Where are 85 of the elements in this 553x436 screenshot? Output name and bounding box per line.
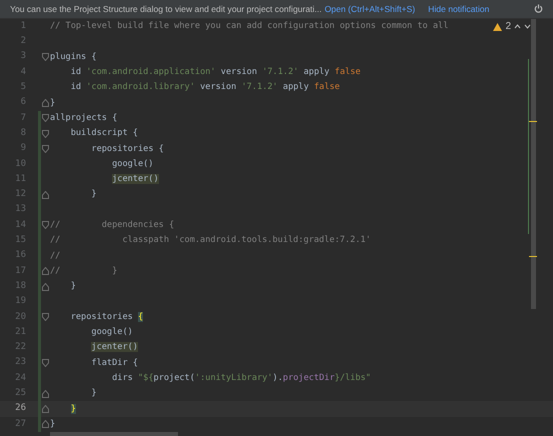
string-literal: '7.1.2' xyxy=(262,67,298,78)
code-text: apply xyxy=(282,82,309,92)
line-number: 10 xyxy=(14,158,27,171)
line-number: 2 xyxy=(20,35,27,48)
string-literal: 'com.android.application' xyxy=(86,67,216,78)
line-number: 20 xyxy=(14,310,27,324)
code-text: repositories { xyxy=(91,144,164,154)
code-text: id xyxy=(70,82,82,92)
line-number: 18 xyxy=(14,280,27,293)
comment-text: // classpath 'com.android.tools.build:gradle:7.2.1' xyxy=(50,235,371,246)
code-text: google() xyxy=(112,158,154,169)
code-text: } xyxy=(50,98,56,108)
code-text: project( xyxy=(154,373,195,384)
property-text: projectDir xyxy=(282,373,335,384)
line-number: 19 xyxy=(14,295,27,308)
highlighted-code: jcenter() xyxy=(112,174,159,184)
code-text: allprojects { xyxy=(50,112,118,123)
line-number: 11 xyxy=(14,172,27,186)
line-number: 14 xyxy=(14,218,27,232)
marker-stripe xyxy=(529,120,537,122)
chevron-down-icon[interactable] xyxy=(524,24,531,30)
line-number: 12 xyxy=(14,188,27,202)
code-text: repositories xyxy=(70,312,134,322)
code-text: } xyxy=(50,418,56,429)
matched-brace: } xyxy=(70,404,76,414)
warning-count[interactable]: 2 xyxy=(505,19,511,34)
code-text: } xyxy=(70,281,76,292)
code-text: plugins { xyxy=(50,52,97,62)
comment-text: // Top-level build file where you can add configuration options common to all xyxy=(50,21,448,32)
line-number: 7 xyxy=(20,112,27,125)
line-number: 15 xyxy=(14,234,27,248)
marker-stripe xyxy=(529,256,537,257)
line-number: 17 xyxy=(14,264,27,278)
code-text: version xyxy=(220,67,258,78)
code-text: } xyxy=(91,189,97,200)
line-number: 1 xyxy=(20,20,27,33)
line-number: 9 xyxy=(20,142,27,156)
line-number: 21 xyxy=(14,326,27,339)
code-text: version xyxy=(200,82,236,92)
line-number: 5 xyxy=(20,81,27,94)
matched-brace: { xyxy=(138,312,144,322)
chevron-up-icon[interactable] xyxy=(514,24,521,30)
comment-text: // } xyxy=(50,266,118,276)
comment-text: // xyxy=(50,250,60,261)
string-literal: '7.1.2' xyxy=(242,82,278,92)
string-literal: }/libs" xyxy=(334,373,371,384)
horizontal-scrollbar[interactable] xyxy=(50,432,178,436)
line-number: 25 xyxy=(14,387,27,400)
code-text: dirs xyxy=(112,373,133,384)
line-number: 22 xyxy=(14,341,27,354)
line-number: 27 xyxy=(14,418,27,431)
string-literal: ':unityLibrary' xyxy=(194,373,273,384)
fold-icon[interactable] xyxy=(42,221,49,230)
line-number: 8 xyxy=(20,126,27,140)
line-number: 4 xyxy=(20,66,27,79)
line-number: 16 xyxy=(14,249,27,262)
warning-icon[interactable] xyxy=(493,22,502,31)
code-text: id xyxy=(70,67,82,78)
line-number: 23 xyxy=(14,356,27,370)
keyword-text: false xyxy=(314,82,340,92)
fold-icon[interactable] xyxy=(42,313,49,322)
fold-icon[interactable] xyxy=(42,359,49,368)
fold-icon[interactable] xyxy=(42,53,49,62)
power-icon[interactable] xyxy=(534,4,543,14)
fold-icon[interactable] xyxy=(42,190,49,199)
comment-text: // dependencies { xyxy=(50,220,174,230)
code-text: apply xyxy=(304,67,330,78)
vertical-scrollbar[interactable] xyxy=(531,18,536,309)
code-text: } xyxy=(91,388,97,398)
line-number: 26 xyxy=(14,402,27,416)
notification-text: You can use the Project Structure dialog to view and edit your project configurati... xyxy=(10,2,322,16)
line-number: 6 xyxy=(20,96,27,110)
code-text: buildscript { xyxy=(70,128,138,138)
line-number: 3 xyxy=(20,50,27,64)
line-number: 13 xyxy=(14,203,27,216)
string-literal: "${ xyxy=(138,373,154,384)
code-text: ). xyxy=(272,373,283,384)
string-literal: 'com.android.library' xyxy=(86,82,195,92)
code-text: google() xyxy=(91,327,133,338)
notification-link[interactable]: Hide notification xyxy=(428,2,490,16)
notification-link[interactable]: Open (Ctrl+Alt+Shift+S) xyxy=(324,2,416,16)
keyword-text: false xyxy=(334,67,361,78)
highlighted-code: jcenter() xyxy=(91,342,138,352)
line-number: 24 xyxy=(14,372,27,385)
code-text: flatDir { xyxy=(91,358,138,368)
